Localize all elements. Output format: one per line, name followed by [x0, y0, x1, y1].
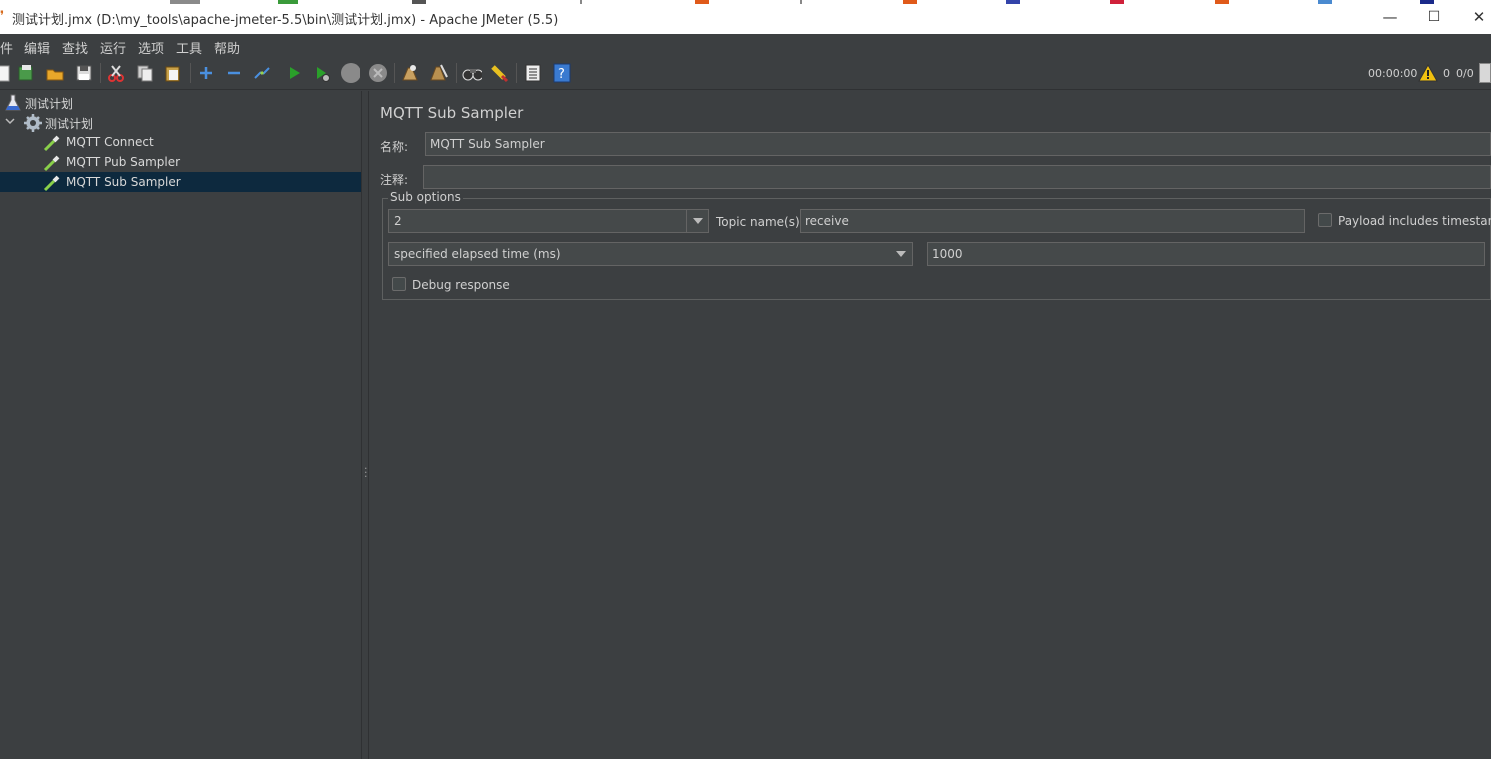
panel-splitter[interactable]: · · ·	[361, 91, 369, 759]
menu-tools[interactable]: 工具	[176, 38, 202, 57]
qos-select[interactable]: 2	[388, 209, 709, 233]
chevron-down-icon[interactable]	[890, 243, 912, 265]
toolbar-separator	[516, 63, 517, 83]
name-input[interactable]	[425, 132, 1491, 156]
toolbar-separator	[190, 63, 191, 83]
error-count: 0	[1443, 67, 1450, 80]
minimize-button[interactable]: —	[1378, 6, 1402, 28]
pipette-icon	[43, 174, 61, 192]
payload-timestamp-checkbox[interactable]	[1318, 213, 1332, 227]
close-button[interactable]: ✕	[1467, 6, 1491, 28]
chevron-down-icon[interactable]	[686, 210, 708, 232]
copy-icon[interactable]	[135, 63, 155, 83]
clear-icon[interactable]	[400, 63, 420, 83]
app-feather-icon: ❜	[0, 9, 5, 24]
open-icon[interactable]	[45, 63, 65, 83]
menu-help[interactable]: 帮助	[214, 38, 240, 57]
name-label: 名称:	[380, 140, 409, 154]
elapsed-time-input[interactable]	[927, 242, 1485, 266]
comment-input[interactable]	[423, 165, 1491, 189]
clear-all-icon[interactable]	[429, 63, 449, 83]
warning-icon[interactable]	[1418, 63, 1438, 85]
comment-label: 注释:	[380, 173, 409, 187]
svg-text:?: ?	[558, 67, 565, 82]
topic-input[interactable]	[800, 209, 1305, 233]
sample-on-select-value: specified elapsed time (ms)	[394, 247, 561, 261]
test-plan-tree: 测试计划 测试计划 MQTT Connect MQTT Pub Sampler …	[0, 91, 361, 759]
tree-item-root[interactable]: 测试计划	[0, 92, 361, 112]
tree-item-label: 测试计划	[45, 117, 94, 131]
gear-icon	[23, 113, 42, 132]
splitter-grip-icon: · · ·	[364, 462, 368, 483]
toggle-icon[interactable]	[252, 63, 272, 83]
tree-item-label: MQTT Connect	[66, 135, 154, 149]
tree-item-test-plan[interactable]: 测试计划	[0, 112, 361, 132]
new-icon[interactable]	[0, 63, 14, 83]
window-title-bar: ❜ 测试计划.jmx (D:\my_tools\apache-jmeter-5.…	[0, 0, 1491, 34]
menu-edit[interactable]: 编辑	[24, 38, 50, 57]
debug-response-label: Debug response	[412, 278, 510, 292]
start-icon[interactable]	[284, 63, 304, 83]
start-no-pause-icon[interactable]	[312, 63, 332, 83]
tree-item-label: MQTT Sub Sampler	[66, 175, 181, 189]
tree-item-mqtt-connect[interactable]: MQTT Connect	[0, 132, 361, 152]
menu-run[interactable]: 运行	[100, 38, 126, 57]
payload-timestamp-label: Payload includes timestamp	[1338, 214, 1491, 228]
search-icon[interactable]	[462, 63, 482, 83]
tree-item-mqtt-sub-sampler[interactable]: MQTT Sub Sampler	[0, 172, 361, 192]
save-icon[interactable]	[74, 63, 94, 83]
menu-search[interactable]: 查找	[62, 38, 88, 57]
log-viewer-toggle[interactable]	[1479, 63, 1491, 83]
maximize-button[interactable]: ☐	[1422, 6, 1446, 28]
page-title: MQTT Sub Sampler	[380, 104, 524, 122]
menu-options[interactable]: 选项	[138, 38, 164, 57]
taskbar-strip	[0, 0, 1491, 4]
pipette-icon	[43, 154, 61, 172]
tree-item-label: 测试计划	[25, 97, 74, 111]
stop-icon[interactable]	[340, 63, 360, 83]
help-icon[interactable]: ?	[552, 63, 572, 83]
toolbar-separator	[394, 63, 395, 83]
qos-select-value: 2	[394, 214, 402, 228]
tree-item-label: MQTT Pub Sampler	[66, 155, 181, 169]
sub-options-legend: Sub options	[388, 190, 463, 204]
collapse-icon[interactable]	[224, 63, 244, 83]
topic-label: Topic name(s):	[716, 215, 804, 229]
debug-response-checkbox[interactable]	[392, 277, 406, 291]
thread-count: 0/0	[1456, 67, 1474, 80]
reset-search-icon[interactable]	[490, 63, 510, 83]
cut-icon[interactable]	[106, 63, 126, 83]
menu-bar: 件 编辑 查找 运行 选项 工具 帮助	[0, 34, 1491, 57]
sample-on-select[interactable]: specified elapsed time (ms)	[388, 242, 913, 266]
function-helper-icon[interactable]	[523, 63, 543, 83]
elapsed-time: 00:00:00	[1368, 67, 1418, 80]
paste-icon[interactable]	[163, 63, 183, 83]
chevron-down-icon[interactable]	[4, 115, 22, 133]
shutdown-icon[interactable]	[368, 63, 388, 83]
tree-item-mqtt-pub-sampler[interactable]: MQTT Pub Sampler	[0, 152, 361, 172]
toolbar-separator	[100, 63, 101, 83]
menu-file[interactable]: 件	[0, 38, 13, 57]
toolbar: ? 00:00:00 0 0/0	[0, 56, 1491, 90]
window-title: 测试计划.jmx (D:\my_tools\apache-jmeter-5.5\…	[12, 13, 559, 28]
templates-icon[interactable]	[16, 63, 36, 83]
sampler-editor-panel: MQTT Sub Sampler 名称: 注释: Sub options 2 T…	[370, 91, 1491, 759]
pipette-icon	[43, 134, 61, 152]
flask-icon	[4, 94, 22, 112]
toolbar-separator	[456, 63, 457, 83]
expand-icon[interactable]	[196, 63, 216, 83]
